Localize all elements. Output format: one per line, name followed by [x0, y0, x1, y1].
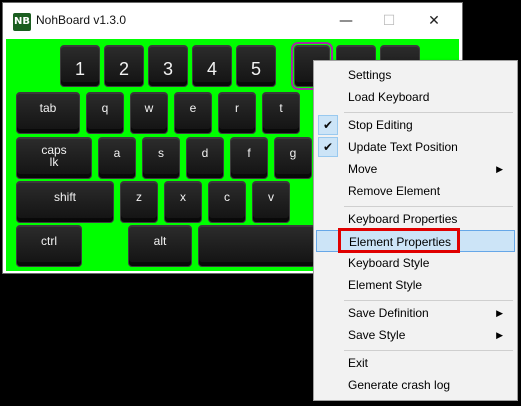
- menu-item-save-style[interactable]: Save Style ▶: [316, 324, 515, 346]
- menu-item-move[interactable]: Move ▶: [316, 158, 515, 180]
- menu-item-label: Load Keyboard: [348, 90, 430, 104]
- key-w[interactable]: w: [130, 92, 168, 134]
- key-caps-lock[interactable]: caps lk: [16, 137, 92, 179]
- menu-item-exit[interactable]: Exit: [316, 352, 515, 374]
- key-f[interactable]: f: [230, 137, 268, 179]
- key-label: w: [144, 101, 154, 115]
- window-title: NohBoard v1.3.0: [36, 13, 127, 27]
- key-label: a: [113, 146, 121, 160]
- key-label: alt: [153, 234, 167, 248]
- key-t[interactable]: t: [262, 92, 300, 134]
- key-label: e: [189, 101, 197, 115]
- key-label: s: [158, 146, 164, 160]
- menu-item-load-keyboard[interactable]: Load Keyboard: [316, 86, 515, 108]
- checkmark-icon: ✔: [318, 137, 338, 157]
- key-label: 3: [162, 59, 173, 79]
- key-r[interactable]: r: [218, 92, 256, 134]
- menu-separator: [344, 350, 513, 351]
- key-label: ctrl: [41, 234, 57, 248]
- key-label: 5: [250, 59, 261, 79]
- key-s[interactable]: s: [142, 137, 180, 179]
- key-label: t: [279, 101, 283, 115]
- maximize-button[interactable]: ☐: [366, 3, 412, 39]
- key-z[interactable]: z: [120, 181, 158, 223]
- menu-item-label: Stop Editing: [348, 118, 413, 132]
- menu-separator: [344, 112, 513, 113]
- key-label: z: [136, 190, 142, 204]
- menu-item-label: Update Text Position: [348, 140, 458, 154]
- key-label: x: [180, 190, 186, 204]
- menu-item-label: Save Style: [348, 328, 406, 342]
- menu-item-keyboard-properties[interactable]: Keyboard Properties: [316, 208, 515, 230]
- menu-item-remove-element[interactable]: Remove Element: [316, 180, 515, 202]
- key-label: q: [101, 101, 109, 115]
- close-button[interactable]: ✕: [411, 3, 457, 39]
- menu-separator: [344, 206, 513, 207]
- menu-item-label: Settings: [348, 68, 392, 82]
- key-label: tab: [39, 101, 57, 115]
- menu-item-label: Exit: [348, 356, 369, 370]
- key-label: r: [235, 101, 239, 115]
- key-e[interactable]: e: [174, 92, 212, 134]
- key-5[interactable]: 5: [236, 45, 276, 87]
- key-label: 4: [206, 59, 217, 79]
- key-alt[interactable]: alt: [128, 225, 192, 267]
- menu-item-label: Keyboard Style: [348, 256, 430, 270]
- key-c[interactable]: c: [208, 181, 246, 223]
- key-1[interactable]: 1: [60, 45, 100, 87]
- key-label: 2: [118, 59, 129, 79]
- submenu-arrow-icon: ▶: [496, 164, 503, 174]
- key-a[interactable]: a: [98, 137, 136, 179]
- key-tab[interactable]: tab: [16, 92, 80, 134]
- menu-item-label: Save Definition: [348, 306, 429, 320]
- menu-item-label: Element Style: [348, 278, 423, 292]
- key-v[interactable]: v: [252, 181, 290, 223]
- minimize-button[interactable]: —: [323, 3, 369, 39]
- menu-separator: [344, 300, 513, 301]
- submenu-arrow-icon: ▶: [496, 330, 503, 340]
- key-label: c: [224, 190, 230, 204]
- menu-item-label: Generate crash log: [348, 378, 451, 392]
- menu-item-keyboard-style[interactable]: Keyboard Style: [316, 252, 515, 274]
- key-label: f: [247, 146, 251, 160]
- key-4[interactable]: 4: [192, 45, 232, 87]
- key-label: d: [201, 146, 209, 160]
- submenu-arrow-icon: ▶: [496, 308, 503, 318]
- app-logo-icon: NB: [13, 13, 31, 31]
- menu-item-generate-crash-log[interactable]: Generate crash log: [316, 374, 515, 396]
- key-ctrl[interactable]: ctrl: [16, 225, 82, 267]
- key-label: 1: [74, 59, 85, 79]
- menu-item-stop-editing[interactable]: ✔ Stop Editing: [316, 114, 515, 136]
- key-x[interactable]: x: [164, 181, 202, 223]
- key-2[interactable]: 2: [104, 45, 144, 87]
- key-q[interactable]: q: [86, 92, 124, 134]
- menu-item-label: Keyboard Properties: [348, 212, 458, 226]
- key-space[interactable]: [198, 225, 316, 267]
- menu-item-label: Remove Element: [348, 184, 441, 198]
- key-d[interactable]: d: [186, 137, 224, 179]
- highlight-callout-box: [338, 228, 460, 253]
- key-label: g: [289, 146, 297, 160]
- key-g[interactable]: g: [274, 137, 312, 179]
- key-label: shift: [53, 190, 76, 204]
- key-3[interactable]: 3: [148, 45, 188, 87]
- title-bar[interactable]: NB NohBoard v1.3.0 — ☐ ✕: [3, 3, 462, 39]
- menu-item-save-definition[interactable]: Save Definition ▶: [316, 302, 515, 324]
- menu-item-label: Move: [348, 162, 378, 176]
- key-label: v: [268, 190, 274, 204]
- key-shift[interactable]: shift: [16, 181, 114, 223]
- checkmark-icon: ✔: [318, 115, 338, 135]
- menu-item-element-style[interactable]: Element Style: [316, 274, 515, 296]
- key-label: caps lk: [41, 143, 67, 169]
- menu-item-settings[interactable]: Settings: [316, 64, 515, 86]
- menu-item-update-text-position[interactable]: ✔ Update Text Position: [316, 136, 515, 158]
